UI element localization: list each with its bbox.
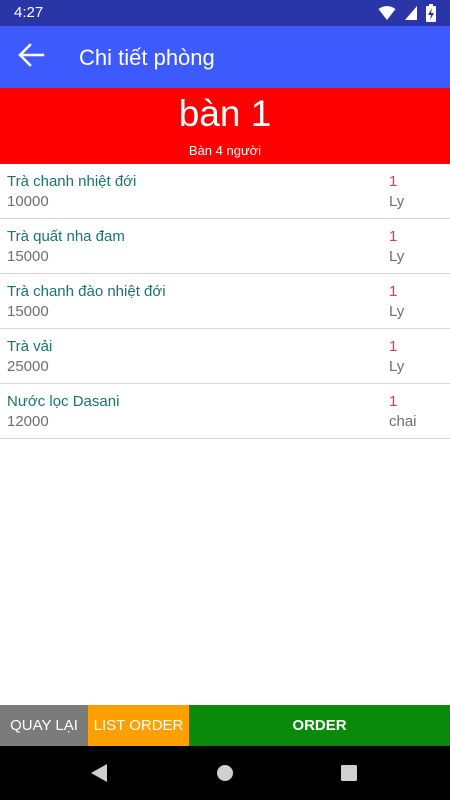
status-bar: 4:27	[0, 0, 450, 26]
item-name: Trà vải	[7, 338, 53, 355]
item-price: 12000	[7, 413, 49, 430]
item-quantity: 1	[389, 283, 398, 300]
back-action-button[interactable]: QUAY LẠI	[0, 705, 88, 746]
item-quantity: 1	[389, 393, 398, 410]
item-unit: Ly	[389, 193, 405, 210]
system-nav-bar	[0, 746, 450, 800]
order-button[interactable]: ORDER	[189, 705, 450, 746]
back-button[interactable]	[10, 36, 52, 78]
status-time: 4:27	[14, 4, 44, 21]
list-item[interactable]: Trà chanh nhiệt đới 10000 1 Ly	[0, 164, 450, 219]
arrow-back-icon	[17, 41, 45, 74]
item-name: Nước lọc Dasani	[7, 393, 120, 410]
home-circle-icon[interactable]	[211, 759, 239, 787]
page-title: Chi tiết phòng	[79, 45, 215, 70]
battery-charging-icon	[426, 4, 436, 27]
room-name: bàn 1	[178, 93, 272, 134]
item-unit: Ly	[389, 303, 405, 320]
room-description: Bàn 4 người	[188, 143, 262, 158]
status-icons	[378, 4, 436, 27]
action-bar: QUAY LẠI LIST ORDER ORDER	[0, 705, 450, 746]
list-item[interactable]: Trà vải 25000 1 Ly	[0, 329, 450, 384]
item-unit: Ly	[389, 248, 405, 265]
recents-square-icon[interactable]	[335, 759, 363, 787]
item-quantity: 1	[389, 338, 398, 355]
item-quantity: 1	[389, 173, 398, 190]
cell-signal-icon	[404, 5, 418, 26]
item-quantity: 1	[389, 228, 398, 245]
list-item[interactable]: Nước lọc Dasani 12000 1 chai	[0, 384, 450, 439]
item-name: Trà quất nha đam	[7, 228, 125, 245]
item-price: 15000	[7, 248, 49, 265]
item-name: Trà chanh nhiệt đới	[7, 173, 137, 190]
item-unit: Ly	[389, 358, 405, 375]
item-name: Trà chanh đào nhiệt đới	[7, 283, 166, 300]
item-price: 15000	[7, 303, 49, 320]
item-price: 10000	[7, 193, 49, 210]
list-order-button[interactable]: LIST ORDER	[88, 705, 189, 746]
item-unit: chai	[389, 413, 417, 430]
item-price: 25000	[7, 358, 49, 375]
list-item[interactable]: Trà chanh đào nhiệt đới 15000 1 Ly	[0, 274, 450, 329]
order-list: Trà chanh nhiệt đới 10000 1 Ly Trà quất …	[0, 164, 450, 439]
room-header: bàn 1 Bàn 4 người	[0, 88, 450, 164]
back-triangle-icon[interactable]	[85, 759, 113, 787]
list-item[interactable]: Trà quất nha đam 15000 1 Ly	[0, 219, 450, 274]
wifi-icon	[378, 5, 396, 26]
app-bar: Chi tiết phòng	[0, 26, 450, 88]
